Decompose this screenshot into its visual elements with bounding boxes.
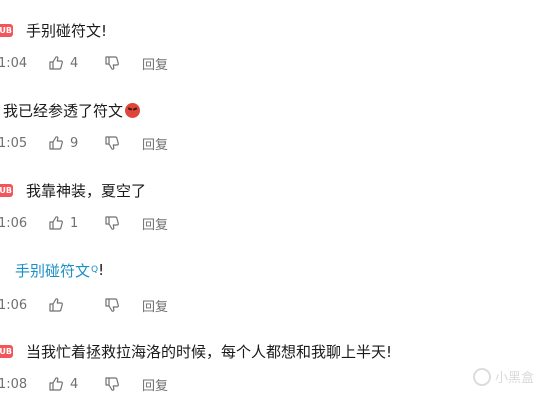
comment-text: 手别碰符文! <box>26 21 108 40</box>
like-count: 9 <box>70 135 79 151</box>
comment-text: 我靠神装，夏空了 <box>26 181 147 200</box>
like-count: 4 <box>70 55 79 71</box>
comment-meta: 1:06 1 回复 <box>0 213 168 233</box>
reply-button[interactable]: 回复 <box>142 54 168 73</box>
comment-text: 我已经参透了符文 <box>3 101 124 120</box>
comment-text-line: UB 我靠神装，夏空了 <box>0 178 146 202</box>
dislike-button[interactable] <box>104 55 120 71</box>
search-link-icon: Q <box>91 265 99 275</box>
comment-item: UB 当我忙着拯救拉海洛的时候，每个人都想和我聊上半天! 1:08 4 回复 <box>0 339 548 419</box>
like-button[interactable] <box>48 297 64 313</box>
watermark: 小黑盒 <box>472 367 534 386</box>
comment-text: 当我忙着拯救拉海洛的时候，每个人都想和我聊上半天! <box>26 342 393 361</box>
comment-time: 1:04 <box>0 55 28 71</box>
like-count: 4 <box>70 376 79 392</box>
thumbs-up-icon <box>49 377 63 391</box>
dislike-button[interactable] <box>104 135 120 151</box>
thumbs-down-icon <box>105 298 119 312</box>
thumbs-up-icon <box>49 216 63 230</box>
comment-time: 1:08 <box>0 376 28 392</box>
like-button[interactable]: 4 <box>48 376 84 392</box>
reply-button[interactable]: 回复 <box>142 296 168 315</box>
comment-text-line: 我已经参透了符文 <box>0 98 141 122</box>
angry-face-emoji-icon <box>125 102 141 118</box>
comment-meta: 1:04 4 回复 <box>0 53 168 73</box>
comment-time: 1:06 <box>0 297 28 313</box>
like-button[interactable]: 9 <box>48 135 84 151</box>
user-badge: UB <box>0 23 13 37</box>
like-count: 1 <box>70 215 79 231</box>
reply-button[interactable]: 回复 <box>142 214 168 233</box>
thumbs-up-icon <box>49 298 63 312</box>
dislike-button[interactable] <box>104 215 120 231</box>
comment-meta: 1:06 回复 <box>0 295 168 315</box>
comment-text-line: UB 当我忙着拯救拉海洛的时候，每个人都想和我聊上半天! <box>0 339 392 363</box>
comment-trailing-text: ! <box>98 261 105 279</box>
thumbs-up-icon <box>49 136 63 150</box>
thumbs-down-icon <box>105 136 119 150</box>
comment-time: 1:05 <box>0 135 28 151</box>
comment-text-line: UB 手别碰符文! <box>0 18 107 42</box>
comment-text-line: 手别碰符文 Q ! <box>0 258 104 282</box>
like-button[interactable]: 4 <box>48 55 84 71</box>
thumbs-down-icon <box>105 377 119 391</box>
dislike-button[interactable] <box>104 297 120 313</box>
like-button[interactable]: 1 <box>48 215 84 231</box>
comment-time: 1:06 <box>0 215 28 231</box>
thumbs-down-icon <box>105 216 119 230</box>
comment-item: UB 手别碰符文! 1:04 4 回复 <box>0 18 548 98</box>
user-badge: UB <box>0 183 13 197</box>
watermark-text: 小黑盒 <box>494 371 534 386</box>
reply-button[interactable]: 回复 <box>142 134 168 153</box>
comment-item: 我已经参透了符文 1:05 9 回复 <box>0 98 548 178</box>
comment-item: UB 我靠神装，夏空了 1:06 1 回复 <box>0 178 548 258</box>
dislike-button[interactable] <box>104 376 120 392</box>
thumbs-up-icon <box>49 56 63 70</box>
comment-link-text[interactable]: 手别碰符文 <box>15 260 90 281</box>
thumbs-down-icon <box>105 56 119 70</box>
comment-item: 手别碰符文 Q ! 1:06 回复 <box>0 258 548 338</box>
reply-button[interactable]: 回复 <box>142 375 168 394</box>
comment-meta: 1:05 9 回复 <box>0 133 168 153</box>
heybox-logo-icon <box>472 367 491 386</box>
user-badge: UB <box>0 344 13 358</box>
comment-meta: 1:08 4 回复 <box>0 374 168 394</box>
